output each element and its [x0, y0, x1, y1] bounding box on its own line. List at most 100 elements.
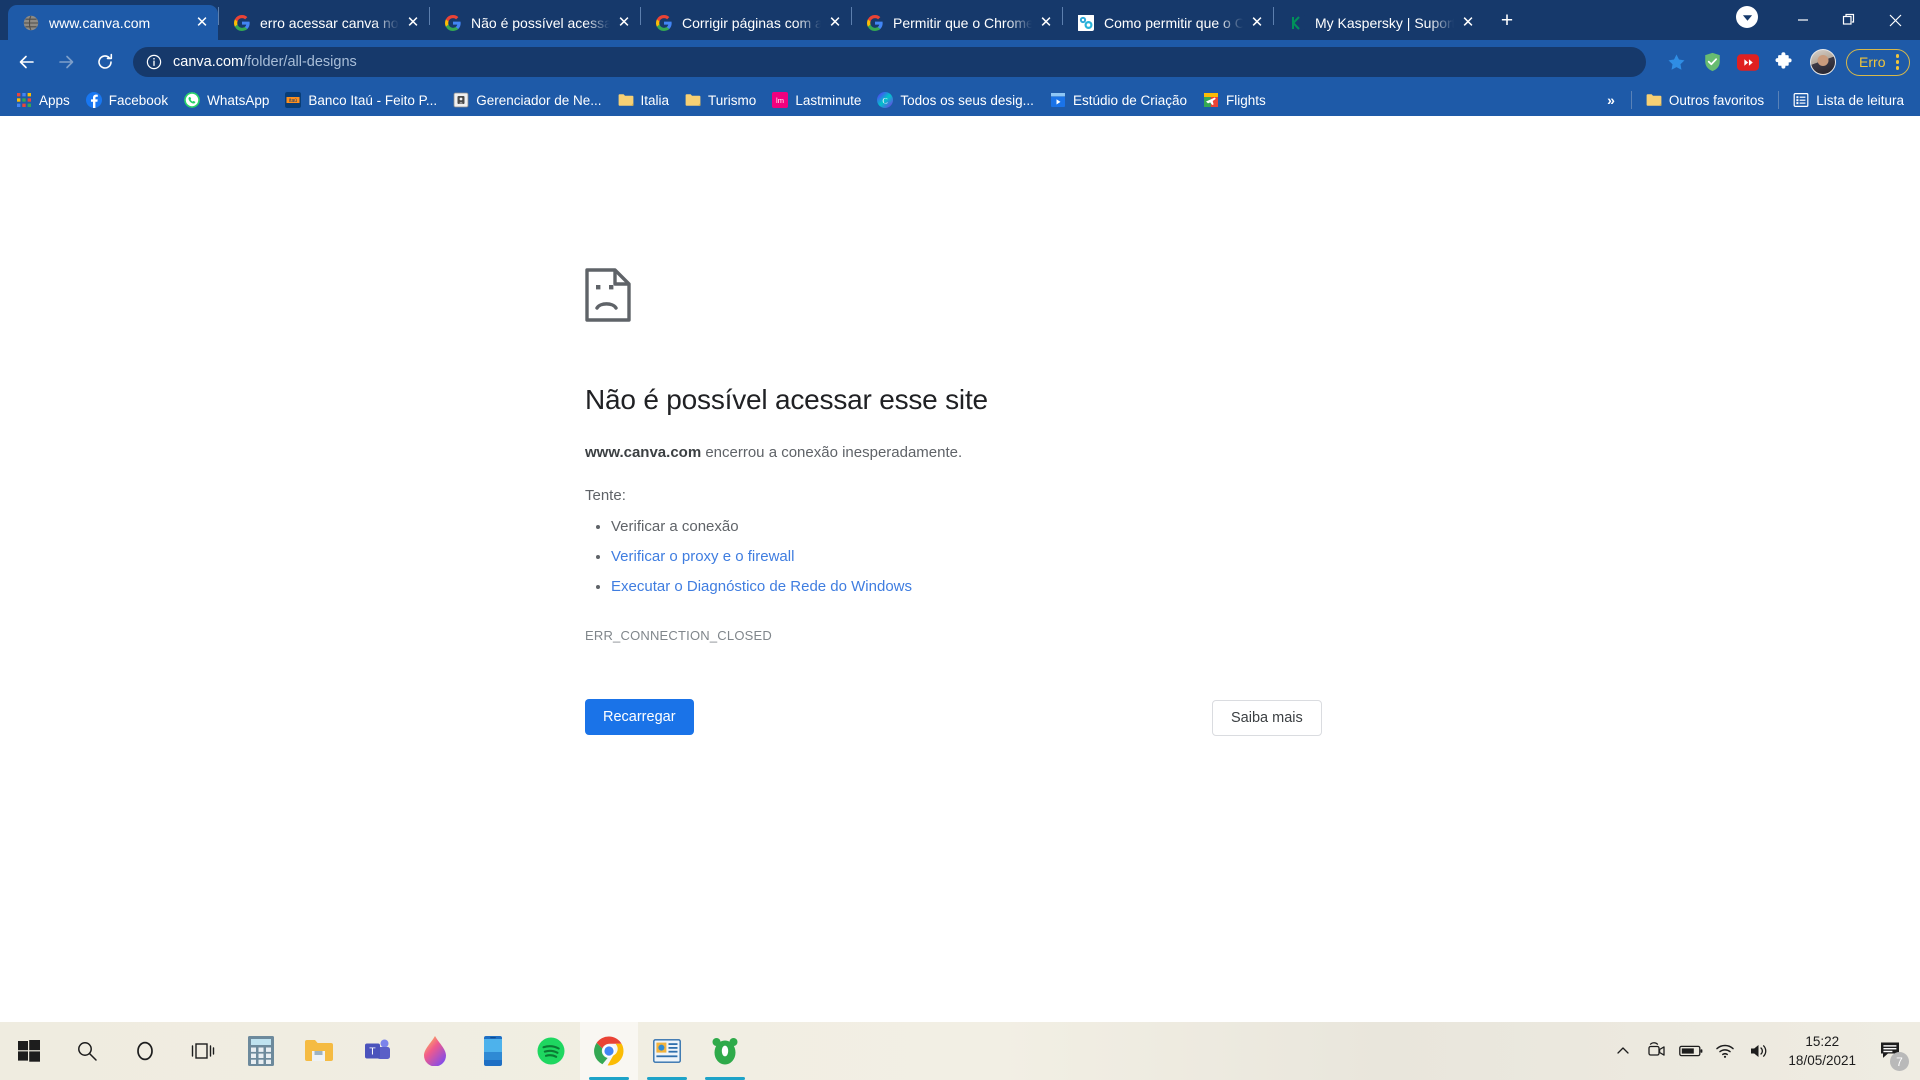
kaspersky-icon — [1288, 14, 1305, 31]
tab-close-icon[interactable]: ✕ — [614, 13, 634, 33]
bookmark-apps[interactable]: Apps — [8, 88, 78, 112]
learn-more-button[interactable]: Saiba mais — [1212, 700, 1322, 736]
reading-list-icon — [1793, 92, 1809, 108]
bookmark-canva-designs[interactable]: C Todos os seus desig... — [869, 88, 1042, 112]
bookmarks-divider — [1630, 91, 1632, 109]
try-label: Tente: — [585, 487, 626, 504]
microsoft-teams-app[interactable]: T — [348, 1022, 406, 1080]
reload-button[interactable] — [88, 45, 122, 79]
bear-app[interactable] — [696, 1022, 754, 1080]
start-button[interactable] — [0, 1022, 58, 1080]
reload-button[interactable]: Recarregar — [585, 699, 694, 735]
notification-badge: 7 — [1890, 1052, 1909, 1071]
whatsapp-icon — [184, 92, 200, 108]
file-explorer-app[interactable] — [290, 1022, 348, 1080]
show-hidden-icons-button[interactable] — [1606, 1022, 1640, 1080]
tab-title: Corrigir páginas com a — [682, 14, 821, 31]
reading-list-label: Lista de leitura — [1816, 92, 1904, 108]
list-item[interactable]: Executar o Diagnóstico de Rede do Window… — [611, 572, 1385, 602]
error-container: Não é possível acessar esse site www.can… — [585, 268, 1385, 739]
list-item[interactable]: Verificar o proxy e o firewall — [611, 542, 1385, 572]
svg-text:T: T — [369, 1046, 376, 1058]
bookmark-label: Turismo — [708, 92, 757, 108]
avatar[interactable] — [1810, 49, 1837, 75]
browser-tab-2[interactable]: Não é possível acessa ✕ — [430, 5, 640, 40]
itau-icon: itaú — [285, 92, 302, 108]
calculator-app[interactable] — [232, 1022, 290, 1080]
apps-grid-icon — [16, 92, 32, 108]
forward-button[interactable] — [49, 45, 83, 79]
bookmark-whatsapp[interactable]: WhatsApp — [176, 88, 277, 112]
tab-strip-right — [1736, 0, 1920, 40]
cortana-button[interactable] — [116, 1022, 174, 1080]
meeting-camera-icon[interactable] — [1640, 1022, 1674, 1080]
presentation-app[interactable] — [638, 1022, 696, 1080]
error-button[interactable]: Erro — [1846, 48, 1910, 76]
bookmark-italia[interactable]: Italia — [610, 88, 678, 112]
site-info-icon[interactable] — [145, 53, 163, 71]
tab-search-icon[interactable] — [1736, 6, 1758, 28]
bookmark-facebook[interactable]: Facebook — [78, 88, 176, 112]
window-minimize-button[interactable] — [1780, 0, 1826, 40]
tab-close-icon[interactable]: ✕ — [403, 13, 423, 33]
suggestion-link[interactable]: Executar o Diagnóstico de Rede do Window… — [611, 578, 912, 595]
browser-tab-5[interactable]: Como permitir que o C ✕ — [1063, 5, 1273, 40]
tab-close-icon[interactable]: ✕ — [1036, 13, 1056, 33]
tab-close-icon[interactable]: ✕ — [825, 13, 845, 33]
back-button[interactable] — [10, 45, 44, 79]
google-icon — [233, 14, 250, 31]
chrome-menu-icon[interactable] — [1892, 54, 1904, 70]
clock[interactable]: 15:22 18/05/2021 — [1776, 1022, 1868, 1080]
error-subtitle: www.canva.com encerrou a conexão inesper… — [585, 444, 1385, 461]
bookmark-other-favorites[interactable]: Outros favoritos — [1638, 88, 1772, 112]
bookmark-star-icon[interactable] — [1660, 46, 1692, 78]
task-view-button[interactable] — [174, 1022, 232, 1080]
address-bar[interactable]: canva.com/folder/all-designs — [133, 47, 1647, 77]
bookmark-banco-itau[interactable]: itaú Banco Itaú - Feito P... — [277, 88, 445, 112]
tab-close-icon[interactable]: ✕ — [1458, 13, 1478, 33]
youtube-red-icon[interactable] — [1732, 46, 1764, 78]
suggestion-link[interactable]: Verificar o proxy e o firewall — [611, 548, 794, 565]
settings-blue-icon — [1077, 14, 1094, 31]
window-close-button[interactable] — [1872, 0, 1918, 40]
reading-list-button[interactable]: Lista de leitura — [1785, 88, 1912, 112]
bookmarks-overflow-button[interactable]: » — [1597, 92, 1625, 108]
battery-icon[interactable] — [1674, 1022, 1708, 1080]
paint-3d-app[interactable] — [406, 1022, 464, 1080]
your-phone-app[interactable] — [464, 1022, 522, 1080]
extensions-puzzle-icon[interactable] — [1768, 46, 1800, 78]
window-restore-button[interactable] — [1826, 0, 1872, 40]
tab-title: My Kaspersky | Suport — [1315, 14, 1454, 31]
folder-icon — [685, 92, 701, 108]
notification-center-button[interactable]: 7 — [1868, 1022, 1914, 1080]
browser-tab-6[interactable]: My Kaspersky | Suport ✕ — [1274, 5, 1484, 40]
browser-tab-1[interactable]: erro acessar canva no ✕ — [219, 5, 429, 40]
bookmarks-divider — [1778, 91, 1780, 109]
bookmark-flights[interactable]: Flights — [1195, 88, 1274, 112]
volume-icon[interactable] — [1742, 1022, 1776, 1080]
wifi-icon[interactable] — [1708, 1022, 1742, 1080]
page-title: Não é possível acessar esse site — [585, 384, 988, 415]
canva-icon: C — [877, 92, 894, 108]
new-tab-button[interactable]: + — [1492, 7, 1522, 37]
suggestion-list: Verificar a conexão Verificar o proxy e … — [611, 512, 1385, 602]
bookmark-label: Todos os seus desig... — [900, 92, 1034, 108]
bookmark-lastminute[interactable]: lm Lastminute — [764, 88, 869, 112]
google-chrome-app[interactable] — [580, 1022, 638, 1080]
browser-tab-0[interactable]: www.canva.com ✕ — [8, 5, 218, 40]
bookmark-gerenciador[interactable]: Gerenciador de Ne... — [445, 88, 609, 112]
tab-close-icon[interactable]: ✕ — [1247, 13, 1267, 33]
tab-close-icon[interactable]: ✕ — [192, 13, 212, 33]
bookmark-estudio-criacao[interactable]: Estúdio de Criação — [1042, 88, 1195, 112]
spotify-app[interactable] — [522, 1022, 580, 1080]
search-button[interactable] — [58, 1022, 116, 1080]
adguard-shield-icon[interactable] — [1696, 46, 1728, 78]
bookmark-label: WhatsApp — [207, 92, 270, 108]
bookmark-turismo[interactable]: Turismo — [677, 88, 764, 112]
tab-title: Como permitir que o C — [1104, 14, 1243, 31]
tab-title: erro acessar canva no — [260, 14, 399, 31]
browser-tab-4[interactable]: Permitir que o Chrome ✕ — [852, 5, 1062, 40]
svg-text:lm: lm — [776, 96, 784, 105]
browser-tab-3[interactable]: Corrigir páginas com a ✕ — [641, 5, 851, 40]
clock-date: 18/05/2021 — [1788, 1053, 1856, 1068]
